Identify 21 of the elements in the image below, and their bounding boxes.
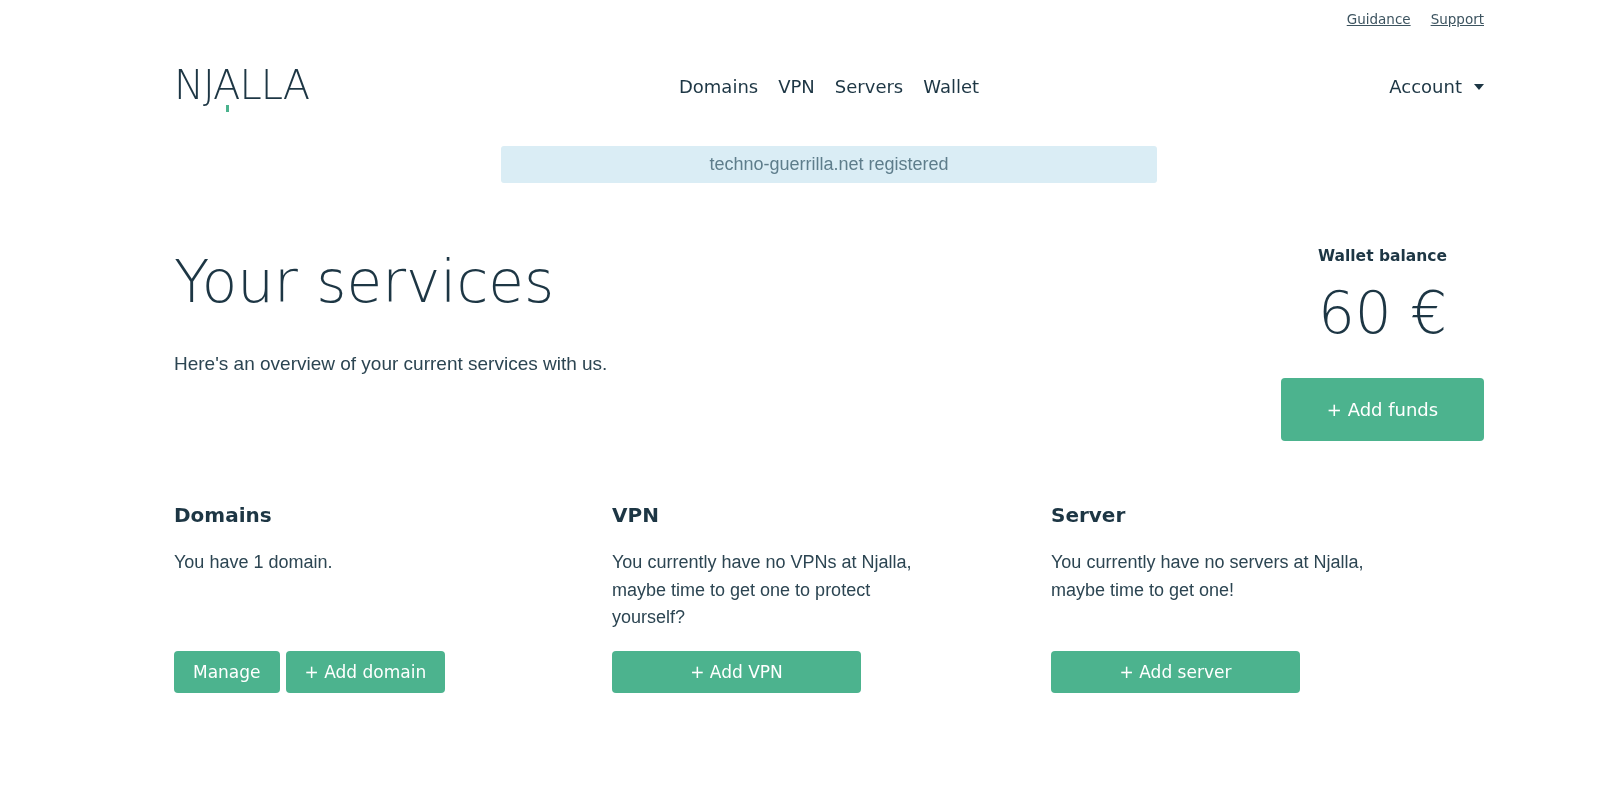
service-heading: Server	[1051, 502, 1127, 528]
service-description: You currently have no VPNs at Njalla, maybe time to get one to protect yourself?	[612, 551, 913, 629]
logo-tick-icon	[226, 105, 229, 112]
notification-banner: techno-guerrilla.net registered	[501, 146, 1157, 183]
account-menu[interactable]: Account	[1389, 75, 1484, 99]
wallet-label: Wallet balance	[1318, 246, 1447, 266]
nav-link[interactable]: VPN	[778, 75, 815, 99]
top-link[interactable]: Support	[1430, 10, 1484, 38]
service-heading: Domains	[174, 502, 273, 528]
nav-link[interactable]: Wallet	[923, 75, 980, 99]
service-description: You have 1 domain.	[174, 551, 334, 574]
wallet-balance: 60 €	[1317, 278, 1448, 349]
nav-link[interactable]: Domains	[678, 75, 759, 99]
caret-icon	[1474, 84, 1484, 90]
service-description: You currently have no servers at Njalla, maybe time to get one!	[1051, 551, 1365, 602]
nav-link[interactable]: Servers	[834, 75, 904, 99]
service-heading: VPN	[612, 502, 660, 528]
top-link[interactable]: Guidance	[1346, 10, 1411, 38]
logo-text[interactable]: NJALLA	[174, 65, 310, 105]
page-title: Your services	[174, 247, 556, 318]
page-subtitle: Here's an overview of your current services with us.	[174, 352, 608, 376]
